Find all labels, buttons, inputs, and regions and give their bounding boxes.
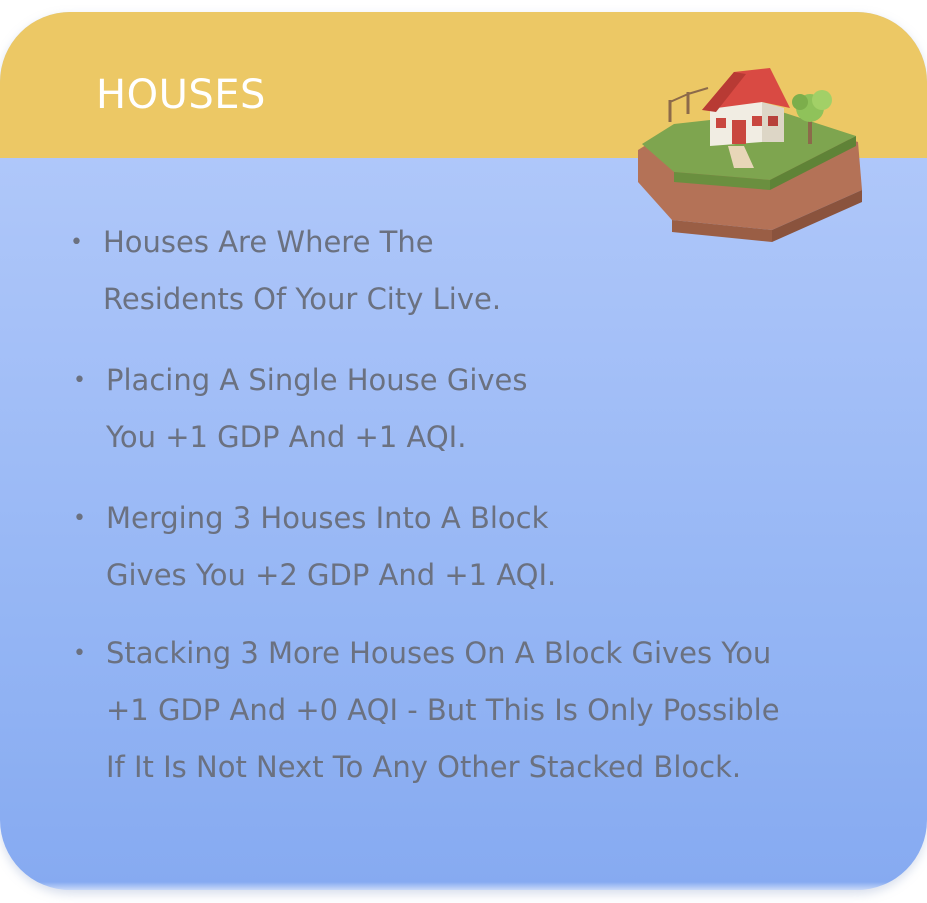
bullet-dot: • bbox=[73, 641, 86, 666]
bullet-item: • Houses Are Where The Residents Of Your… bbox=[70, 214, 502, 328]
card-bottom-edge bbox=[30, 882, 900, 890]
bullet-line: If It Is Not Next To Any Other Stacked B… bbox=[106, 750, 742, 784]
bullet-line: You +1 GDP And +1 AQI. bbox=[106, 420, 467, 454]
bullet-dot: • bbox=[73, 506, 86, 531]
house-on-hexagon-tile-icon bbox=[638, 68, 862, 242]
card-title: HOUSES bbox=[96, 72, 266, 118]
bullet-item: • Merging 3 Houses Into A Block Gives Yo… bbox=[73, 490, 557, 604]
bullet-line: Gives You +2 GDP And +1 AQI. bbox=[106, 558, 557, 592]
bullet-dot: • bbox=[73, 368, 86, 393]
bullet-line: Merging 3 Houses Into A Block bbox=[106, 501, 549, 535]
bullet-dot: • bbox=[70, 230, 83, 255]
bullet-line: Placing A Single House Gives bbox=[106, 363, 528, 397]
bullet-line: Stacking 3 More Houses On A Block Gives … bbox=[106, 636, 772, 670]
bullet-item: • Placing A Single House Gives You +1 GD… bbox=[73, 352, 528, 466]
bullet-item: • Stacking 3 More Houses On A Block Give… bbox=[73, 625, 780, 796]
bullet-line: Houses Are Where The bbox=[103, 225, 434, 259]
info-card: HOUSES • Houses Are Where The Residents … bbox=[0, 12, 927, 890]
bullet-line: Residents Of Your City Live. bbox=[103, 282, 502, 316]
bullet-line: +1 GDP And +0 AQI - But This Is Only Pos… bbox=[106, 693, 780, 727]
